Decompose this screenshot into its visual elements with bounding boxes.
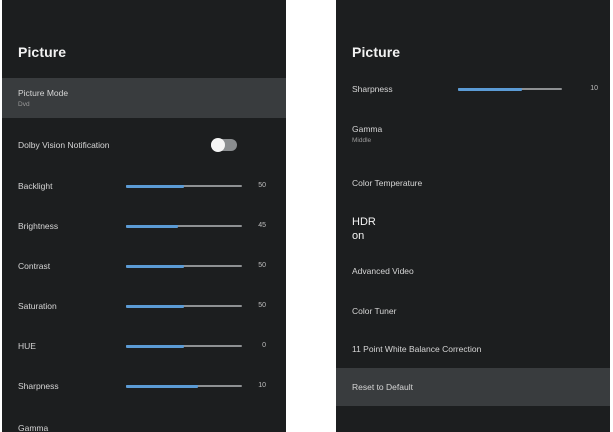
gamma-label: Gamma: [352, 124, 383, 134]
backlight-value: 50: [258, 182, 266, 189]
picture-mode-row[interactable]: Picture Mode Dvd: [2, 78, 286, 118]
saturation-value: 50: [258, 302, 266, 309]
gamma-row[interactable]: Gamma: [2, 418, 286, 432]
color-tuner-row[interactable]: Color Tuner: [336, 296, 610, 326]
toggle-knob: [211, 138, 225, 152]
sharpness-slider[interactable]: [458, 87, 562, 91]
sharpness-value: 10: [590, 85, 598, 92]
backlight-slider[interactable]: [126, 184, 242, 188]
sharpness-slider[interactable]: [126, 384, 242, 388]
gamma-value: Middle: [352, 137, 372, 144]
sharpness-slider-fill: [126, 384, 198, 388]
hue-label: HUE: [18, 341, 36, 351]
saturation-slider[interactable]: [126, 304, 242, 308]
sharpness-value: 10: [258, 382, 266, 389]
color-temperature-row[interactable]: Color Temperature: [336, 168, 610, 198]
panel-title: Picture: [352, 44, 401, 60]
contrast-slider-fill: [126, 264, 184, 268]
sharpness-slider-fill: [458, 87, 522, 91]
hdr-label: HDR: [352, 216, 376, 228]
color-temperature-label: Color Temperature: [352, 178, 423, 188]
color-tuner-label: Color Tuner: [352, 306, 397, 316]
sharpness-label: Sharpness: [352, 84, 393, 94]
hue-row[interactable]: HUE 0: [2, 328, 286, 364]
saturation-row[interactable]: Saturation 50: [2, 288, 286, 324]
contrast-row[interactable]: Contrast 50: [2, 248, 286, 284]
dolby-vision-notification-row[interactable]: Dolby Vision Notification: [2, 128, 286, 162]
backlight-label: Backlight: [18, 181, 53, 191]
brightness-label: Brightness: [18, 221, 59, 231]
backlight-row[interactable]: Backlight 50: [2, 168, 286, 204]
contrast-slider[interactable]: [126, 264, 242, 268]
contrast-value: 50: [258, 262, 266, 269]
sharpness-label: Sharpness: [18, 381, 59, 391]
gamma-row[interactable]: Gamma Middle: [336, 114, 610, 154]
dolby-vision-toggle[interactable]: [211, 138, 237, 152]
gamma-label: Gamma: [18, 423, 49, 432]
white-balance-correction-label: 11 Point White Balance Correction: [352, 344, 482, 354]
brightness-value: 45: [258, 222, 266, 229]
hdr-row[interactable]: HDR on: [336, 208, 610, 250]
backlight-slider-fill: [126, 184, 184, 188]
picture-settings-panel-left: Picture Picture Mode Dvd Dolby Vision No…: [2, 0, 286, 432]
saturation-label: Saturation: [18, 301, 57, 311]
reset-to-default-label: Reset to Default: [352, 382, 413, 392]
brightness-row[interactable]: Brightness 45: [2, 208, 286, 244]
brightness-slider-fill: [126, 224, 178, 228]
dolby-vision-notification-label: Dolby Vision Notification: [18, 140, 110, 150]
saturation-slider-fill: [126, 304, 184, 308]
advanced-video-label: Advanced Video: [352, 266, 414, 276]
hue-slider[interactable]: [126, 344, 242, 348]
panel-title: Picture: [18, 44, 67, 60]
sharpness-row[interactable]: Sharpness 10: [2, 368, 286, 404]
picture-mode-value: Dvd: [18, 101, 30, 108]
contrast-label: Contrast: [18, 261, 51, 271]
picture-settings-panel-right: Picture Sharpness 10 Gamma Middle Color …: [336, 0, 610, 432]
white-balance-correction-row[interactable]: 11 Point White Balance Correction: [336, 334, 610, 364]
sharpness-row[interactable]: Sharpness 10: [336, 74, 610, 104]
hue-slider-fill: [126, 344, 184, 348]
hue-value: 0: [262, 342, 266, 349]
reset-to-default-row[interactable]: Reset to Default: [336, 368, 610, 406]
picture-mode-label: Picture Mode: [18, 88, 69, 98]
brightness-slider[interactable]: [126, 224, 242, 228]
advanced-video-row[interactable]: Advanced Video: [336, 256, 610, 286]
hdr-value: on: [352, 230, 365, 242]
